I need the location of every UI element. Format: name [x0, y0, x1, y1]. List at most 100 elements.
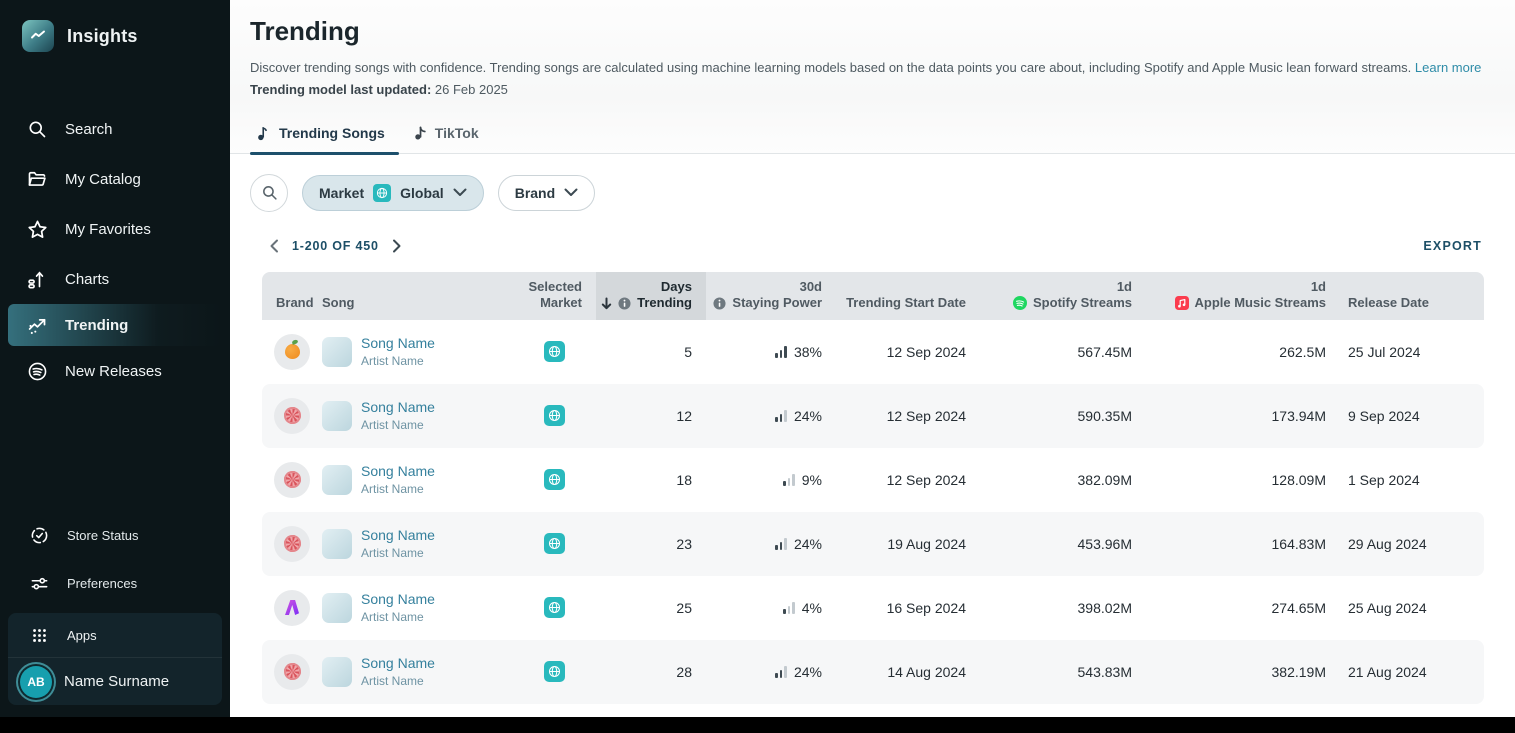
song-cell[interactable]: Song Name Artist Name — [322, 590, 512, 625]
tab-trending-songs[interactable]: Trending Songs — [250, 119, 399, 155]
table-row[interactable]: Song Name Artist Name 18 9% 12 Sep 2024 … — [262, 448, 1484, 512]
apple-music-streams-value: 164.83M — [1271, 535, 1326, 552]
column-header-days-trending[interactable]: Days Trending — [596, 271, 706, 320]
song-name[interactable]: Song Name — [361, 462, 435, 482]
brand-cell — [262, 653, 322, 690]
page-title: Trending — [250, 16, 360, 46]
days-trending-value: 5 — [684, 343, 692, 360]
red-flower-logo-icon — [274, 653, 310, 690]
column-header-trending-start-date[interactable]: Trending Start Date — [836, 272, 980, 320]
song-name[interactable]: Song Name — [361, 654, 435, 674]
apps-button[interactable]: Apps — [8, 613, 222, 658]
apple-music-icon — [1174, 296, 1189, 311]
song-cell[interactable]: Song Name Artist Name — [322, 334, 512, 369]
sidebar-item-preferences[interactable]: Preferences — [0, 559, 230, 607]
table-body: Song Name Artist Name 5 38% 12 Sep 2024 … — [262, 320, 1484, 704]
previous-page-icon[interactable] — [262, 234, 286, 258]
staying-power-cell: 24% — [706, 536, 836, 552]
release-date: 29 Aug 2024 — [1348, 535, 1427, 552]
artist-name[interactable]: Artist Name — [361, 482, 435, 498]
staying-power-value: 4% — [801, 599, 822, 616]
apple-music-streams-value: 173.94M — [1271, 407, 1326, 424]
column-header-brand[interactable]: Brand — [262, 272, 322, 320]
tab-tiktok[interactable]: TikTok — [407, 119, 493, 153]
column-header-apple-music-streams[interactable]: 1d Apple Music Streams — [1146, 272, 1340, 320]
song-cell[interactable]: Song Name Artist Name — [322, 398, 512, 433]
staying-power-value: 24% — [793, 663, 822, 680]
column-header-release-date[interactable]: Release Date — [1340, 272, 1484, 320]
learn-more-link[interactable]: Learn more — [1415, 60, 1481, 75]
market-filter-label: Market — [319, 184, 365, 201]
new-releases-icon — [26, 360, 48, 382]
table-row[interactable]: Song Name Artist Name 23 24% 19 Aug 2024… — [262, 511, 1484, 576]
trending-start-date: 12 Sep 2024 — [886, 407, 966, 424]
song-name[interactable]: Song Name — [361, 526, 435, 546]
table-row[interactable]: Song Name Artist Name 12 24% 12 Sep 2024… — [262, 383, 1484, 448]
column-header-selected-market[interactable]: Selected Market — [512, 272, 596, 320]
artist-name[interactable]: Artist Name — [361, 546, 435, 562]
app-logo[interactable]: Insights — [0, 0, 230, 72]
sidebar-item-my-favorites[interactable]: My Favorites — [0, 204, 230, 254]
sidebar: Insights Search My Catalog My Favorites — [0, 0, 230, 717]
days-trending-value: 25 — [676, 599, 692, 616]
apple-music-streams-value: 274.65M — [1271, 599, 1326, 616]
chevron-down-icon — [453, 188, 467, 197]
artist-name[interactable]: Artist Name — [361, 610, 435, 626]
user-name: Name Surname — [64, 673, 170, 690]
trending-start-date: 12 Sep 2024 — [886, 471, 966, 488]
table-row[interactable]: Song Name Artist Name 28 24% 14 Aug 2024… — [262, 639, 1484, 704]
red-flower-logo-icon — [274, 397, 310, 434]
sidebar-item-label: Store Status — [67, 527, 139, 543]
sidebar-item-trending[interactable]: Trending — [8, 304, 222, 346]
purple-a-logo-icon — [274, 589, 310, 626]
sidebar-item-charts[interactable]: Charts — [0, 254, 230, 304]
selected-market-cell — [512, 405, 596, 427]
page-description: Discover trending songs with confidence.… — [250, 60, 1482, 75]
staying-power-value: 9% — [801, 471, 822, 488]
song-name[interactable]: Song Name — [361, 398, 435, 418]
song-cell[interactable]: Song Name Artist Name — [322, 526, 512, 561]
song-cell[interactable]: Song Name Artist Name — [322, 654, 512, 689]
brand-filter[interactable]: Brand — [497, 174, 596, 211]
brand-cell — [262, 397, 322, 434]
album-art-placeholder — [322, 528, 352, 559]
staying-power-cell: 38% — [706, 344, 836, 360]
tab-bar: Trending Songs TikTok — [230, 96, 1515, 155]
sidebar-item-new-releases[interactable]: New Releases — [0, 346, 230, 396]
sidebar-item-my-catalog[interactable]: My Catalog — [0, 154, 230, 204]
user-menu[interactable]: AB Name Surname — [8, 658, 222, 705]
apple-music-streams-value: 128.09M — [1271, 471, 1326, 488]
column-header-staying-power[interactable]: 30d Staying Power — [706, 272, 836, 320]
sort-descending-icon[interactable] — [601, 297, 612, 310]
release-date: 1 Sep 2024 — [1348, 471, 1420, 488]
info-icon[interactable] — [713, 297, 726, 310]
artist-name[interactable]: Artist Name — [361, 674, 435, 690]
artist-name[interactable]: Artist Name — [361, 418, 435, 434]
apple-music-streams-value: 382.19M — [1271, 663, 1326, 680]
table-row[interactable]: Song Name Artist Name 5 38% 12 Sep 2024 … — [262, 320, 1484, 384]
song-name[interactable]: Song Name — [361, 334, 435, 354]
app-title: Insights — [67, 25, 138, 46]
sidebar-item-search[interactable]: Search — [0, 104, 230, 154]
sidebar-item-store-status[interactable]: Store Status — [0, 511, 230, 559]
market-filter[interactable]: Market Global — [302, 174, 484, 211]
selected-market-cell — [512, 661, 596, 683]
staying-power-value: 24% — [793, 535, 822, 552]
table-row[interactable]: Song Name Artist Name 25 4% 16 Sep 2024 … — [262, 576, 1484, 640]
album-art-placeholder — [322, 592, 352, 623]
music-note-icon — [256, 125, 271, 141]
sidebar-nav: Search My Catalog My Favorites Charts Tr… — [0, 104, 230, 396]
spotify-streams-value: 590.35M — [1077, 407, 1132, 424]
global-market-icon — [373, 183, 392, 202]
brand-cell — [262, 589, 322, 626]
song-name[interactable]: Song Name — [361, 590, 435, 610]
global-market-icon — [543, 341, 565, 363]
info-icon[interactable] — [618, 297, 631, 310]
next-page-icon[interactable] — [385, 234, 409, 258]
column-header-song[interactable]: Song — [322, 272, 512, 320]
export-button[interactable]: EXPORT — [1421, 235, 1484, 257]
song-cell[interactable]: Song Name Artist Name — [322, 462, 512, 497]
column-header-spotify-streams[interactable]: 1d Spotify Streams — [980, 272, 1146, 320]
table-search-button[interactable] — [250, 173, 288, 212]
artist-name[interactable]: Artist Name — [361, 354, 435, 370]
